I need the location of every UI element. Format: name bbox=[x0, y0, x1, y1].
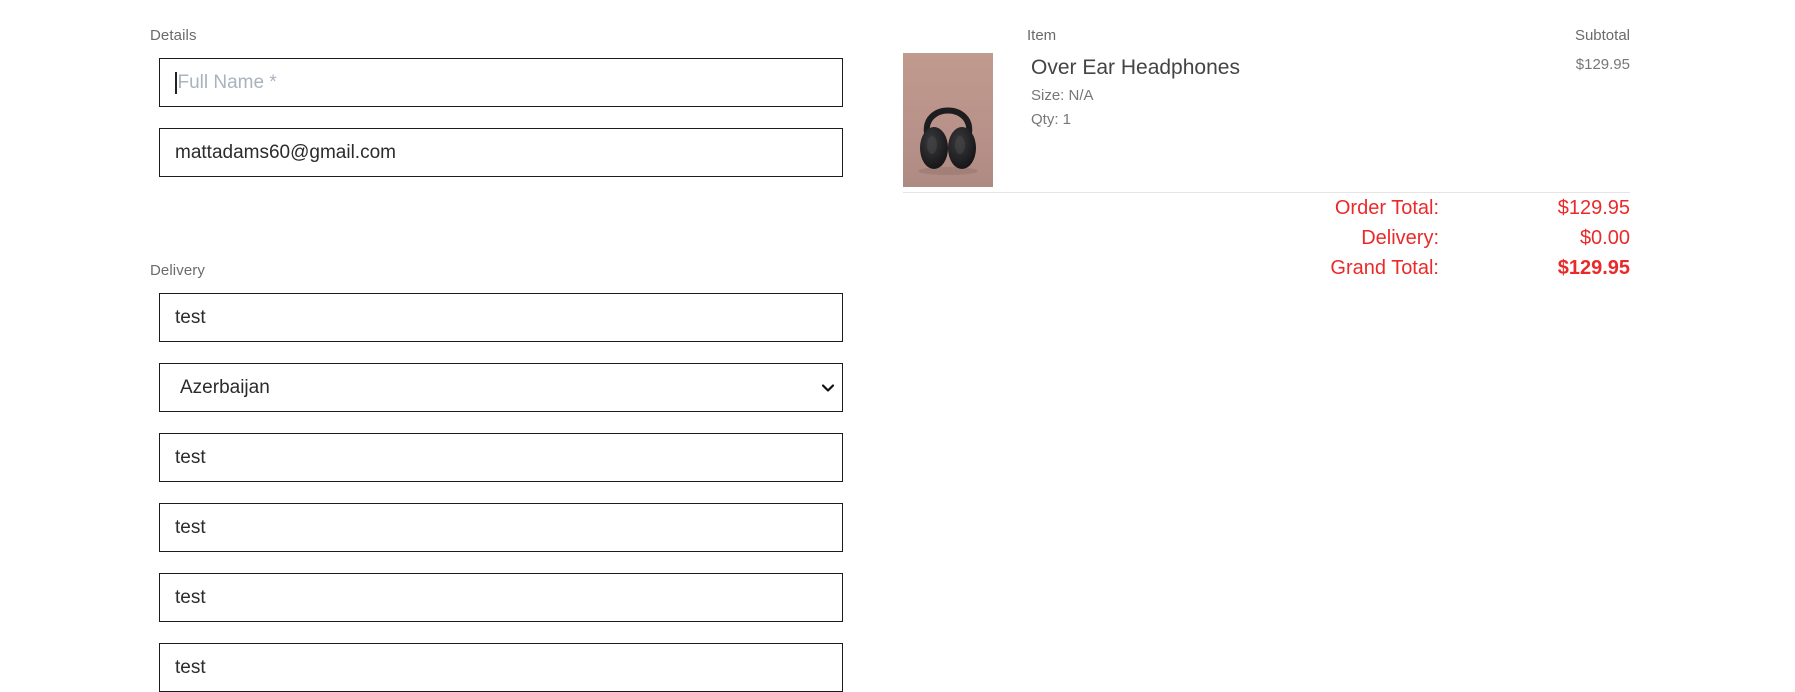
product-thumbnail[interactable] bbox=[903, 53, 993, 187]
product-quantity: Qty: 1 bbox=[1031, 111, 1072, 128]
delivery-cost-label: Delivery: bbox=[1361, 227, 1439, 249]
full-name-placeholder: Full Name * bbox=[177, 71, 277, 93]
delivery-section-label: Delivery bbox=[150, 262, 205, 279]
delivery-field-2-value: test bbox=[175, 446, 206, 468]
delivery-cost-value: $0.00 bbox=[1579, 227, 1630, 249]
country-select[interactable]: Azerbaijan bbox=[159, 363, 843, 412]
text-caret bbox=[175, 71, 177, 94]
product-size: Size: N/A bbox=[1031, 87, 1094, 104]
delivery-field-2[interactable]: test bbox=[159, 433, 843, 482]
clipped-top-content bbox=[0, 0, 1795, 2]
summary-divider bbox=[903, 192, 1630, 193]
delivery-field-5-value: test bbox=[175, 656, 206, 678]
order-total-value: $129.95 bbox=[1557, 197, 1630, 219]
grand-total-value: $129.95 bbox=[1557, 257, 1630, 279]
email-value: mattadams60@gmail.com bbox=[175, 141, 396, 163]
chevron-down-icon bbox=[820, 380, 836, 396]
subtotal-column-header: Subtotal bbox=[1574, 27, 1630, 44]
item-column-header: Item bbox=[1027, 27, 1057, 44]
delivery-field-1-value: test bbox=[175, 306, 206, 328]
delivery-field-4-value: test bbox=[175, 586, 206, 608]
product-subtotal: $129.95 bbox=[1575, 56, 1630, 73]
delivery-field-4[interactable]: test bbox=[159, 573, 843, 622]
full-name-input[interactable]: Full Name * bbox=[159, 58, 843, 107]
product-name[interactable]: Over Ear Headphones bbox=[1031, 56, 1240, 80]
details-section-label: Details bbox=[150, 27, 197, 44]
delivery-field-1[interactable]: test bbox=[159, 293, 843, 342]
delivery-field-5[interactable]: test bbox=[159, 643, 843, 692]
email-input[interactable]: mattadams60@gmail.com bbox=[159, 128, 843, 177]
order-total-label: Order Total: bbox=[1334, 197, 1439, 219]
headphones-icon bbox=[918, 107, 978, 175]
grand-total-label: Grand Total: bbox=[1330, 257, 1439, 279]
delivery-field-3-value: test bbox=[175, 516, 206, 538]
country-select-value: Azerbaijan bbox=[180, 376, 270, 398]
delivery-field-3[interactable]: test bbox=[159, 503, 843, 552]
